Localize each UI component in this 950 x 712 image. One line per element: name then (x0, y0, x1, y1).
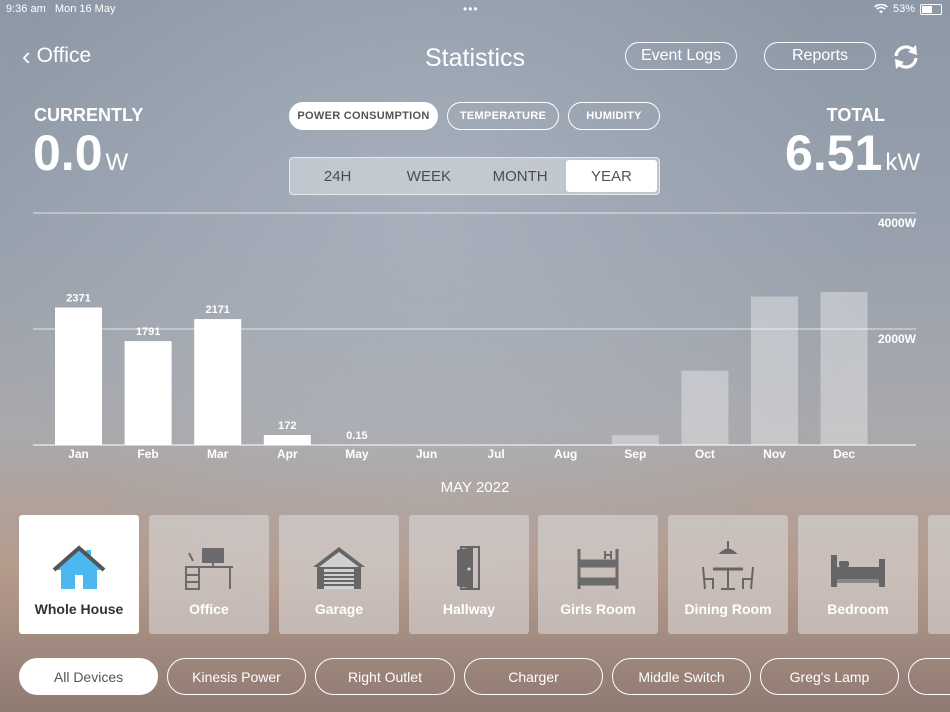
bar-jan (55, 307, 102, 445)
total-value: 6.51 kW (785, 125, 920, 181)
room-label: Garage (314, 601, 364, 617)
currently-value: 0.0 W (33, 125, 129, 181)
room-label: Office (189, 601, 229, 617)
status-right: 53% (874, 3, 942, 15)
bed-icon (828, 535, 888, 591)
bar-mar (194, 319, 242, 445)
house-icon (49, 535, 109, 591)
garage-icon (309, 535, 369, 591)
room-card-bedroom[interactable]: Bedroom (798, 515, 918, 634)
device-charger[interactable]: Charger (464, 658, 603, 695)
status-time: 9:36 am Mon 16 May (6, 3, 116, 15)
status-bar: 9:36 am Mon 16 May ••• 53% (0, 0, 950, 20)
room-card-hallway[interactable]: Hallway (409, 515, 529, 634)
x-tick-label: Feb (137, 447, 158, 461)
x-tick-label: Dec (833, 447, 855, 461)
y-tick-label: 4000W (878, 216, 917, 230)
room-label: Whole House (34, 601, 124, 617)
room-card-whole-house[interactable]: Whole House (19, 515, 139, 634)
x-tick-label: Oct (695, 447, 715, 461)
room-card-dining-room[interactable]: Dining Room (668, 515, 788, 634)
data-label: 2171 (205, 304, 229, 316)
bar-oct (681, 370, 729, 445)
x-tick-label: Jul (487, 447, 504, 461)
x-tick-label: Jun (416, 447, 437, 461)
desk-icon (179, 535, 239, 591)
bar-dec (820, 291, 868, 445)
x-tick-label: Jan (68, 447, 89, 461)
currently-label: CURRENTLY (34, 105, 144, 125)
data-label: 172 (278, 420, 296, 432)
device-partial[interactable] (908, 658, 950, 695)
tab-power-consumption[interactable]: POWER CONSUMPTION (289, 102, 438, 130)
period-segmented-control: 24H WEEK MONTH YEAR (289, 157, 660, 195)
data-label: 0.15 (346, 430, 367, 442)
event-logs-button[interactable]: Event Logs (625, 42, 737, 70)
period-year[interactable]: YEAR (565, 160, 657, 192)
x-tick-label: Apr (277, 447, 298, 461)
wifi-icon (874, 4, 888, 14)
tab-humidity[interactable]: HUMIDITY (568, 102, 660, 130)
total-label: TOTAL (826, 105, 885, 125)
device-right-outlet[interactable]: Right Outlet (315, 658, 455, 695)
bar-nov (751, 296, 798, 445)
bunk-bed-icon (568, 535, 628, 591)
x-tick-label: Nov (763, 447, 786, 461)
period-week[interactable]: WEEK (383, 160, 474, 192)
dining-table-icon (698, 535, 758, 591)
multitasking-dots[interactable]: ••• (463, 2, 479, 16)
device-middle-switch[interactable]: Middle Switch (612, 658, 751, 695)
selected-month-label: MAY 2022 (440, 479, 510, 496)
battery-percent: 53% (892, 3, 915, 15)
tab-temperature[interactable]: TEMPERATURE (447, 102, 559, 130)
battery-icon (920, 3, 942, 15)
period-24h[interactable]: 24H (292, 160, 383, 192)
reports-button[interactable]: Reports (764, 42, 876, 70)
bar-feb (124, 341, 172, 445)
device-gregs-lamp[interactable]: Greg's Lamp (760, 658, 899, 695)
bar-apr (263, 435, 311, 445)
room-label: Dining Room (684, 601, 772, 617)
room-label: Hallway (442, 601, 496, 617)
power-bar-chart: 4000W 2000W 2371 Jan 1791 Feb 2171 Mar 172 Apr 0.1… (33, 212, 917, 461)
room-card-garage[interactable]: Garage (279, 515, 399, 634)
room-card-girls-room[interactable]: Girls Room (538, 515, 658, 634)
x-tick-label: May (345, 447, 369, 461)
x-tick-label: Sep (624, 447, 646, 461)
door-icon (439, 535, 499, 591)
data-label: 2371 (66, 292, 90, 304)
period-month[interactable]: MONTH (475, 160, 566, 192)
x-tick-label: Mar (207, 447, 229, 461)
device-all-devices[interactable]: All Devices (19, 658, 158, 695)
device-kinesis-power[interactable]: Kinesis Power (167, 658, 306, 695)
room-label: Girls Room (560, 601, 636, 617)
room-label: Bedroom (827, 601, 889, 617)
x-tick-label: Aug (554, 447, 577, 461)
bar-sep (611, 435, 659, 445)
data-label: 1791 (136, 326, 160, 338)
refresh-icon[interactable] (892, 43, 920, 71)
room-card-partial[interactable] (928, 515, 950, 634)
y-tick-label: 2000W (878, 332, 917, 346)
room-card-office[interactable]: Office (149, 515, 269, 634)
